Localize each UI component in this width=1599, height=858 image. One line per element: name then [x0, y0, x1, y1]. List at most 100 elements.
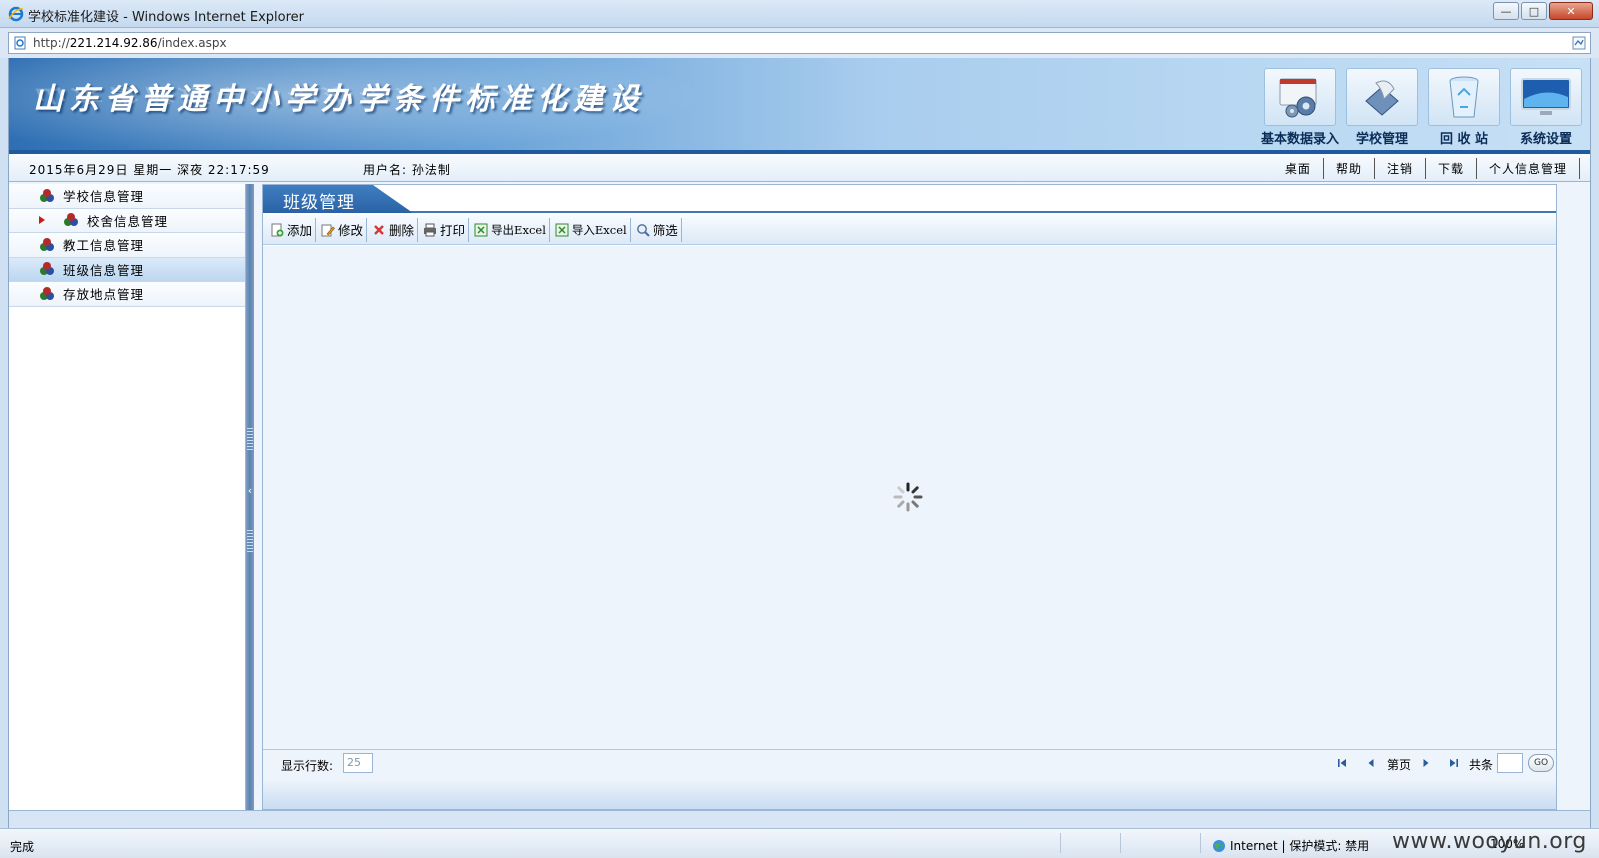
cluster-balls-icon [40, 286, 54, 300]
import-excel-label: 导入Excel [571, 222, 627, 237]
internet-explorer-icon [8, 6, 24, 22]
delete-label: 删除 [389, 223, 415, 238]
sidebar-item-building-info[interactable]: 校舍信息管理 [9, 208, 245, 233]
filter-button[interactable]: 筛选 [633, 217, 682, 242]
top-navigation: 基本数据录入 学校管理 回 收 站 系统设置 [1261, 68, 1584, 148]
sidebar-item-label: 存放地点管理 [63, 287, 145, 303]
sidebar: 学校信息管理 校舍信息管理 教工信息管理 班级信息管理 存放地点管理 [9, 184, 246, 810]
grid-content-area [263, 246, 1556, 749]
sidebar-item-label: 班级信息管理 [63, 262, 145, 278]
tab-strip: 班级管理 [263, 185, 1556, 213]
username-text: 用户名: 孙法制 [363, 163, 451, 177]
last-page-icon[interactable] [1448, 757, 1460, 769]
collapse-left-icon[interactable]: ‹ [246, 484, 254, 498]
filter-label: 筛选 [652, 223, 678, 238]
cluster-balls-icon [64, 213, 78, 227]
maximize-button[interactable]: □ [1521, 2, 1547, 20]
import-excel-button[interactable]: 导入Excel [552, 217, 631, 242]
next-page-icon[interactable] [1420, 757, 1432, 769]
export-excel-button[interactable]: 导出Excel [471, 217, 550, 242]
page-icon [14, 36, 26, 50]
previous-page-icon[interactable] [1365, 757, 1377, 769]
toolbar: 添加 修改 删除 打印 导出Excel 导入Excel 筛选 [263, 215, 1556, 245]
status-bar: 完成 Internet | 保护模式: 禁用 100% www.wooyun.o… [0, 828, 1599, 858]
nav-school-manage-label: 学校管理 [1355, 132, 1408, 147]
close-button[interactable]: ✕ [1549, 2, 1593, 20]
monitor-settings-icon [1521, 78, 1571, 115]
expand-arrow-icon[interactable] [39, 215, 45, 224]
total-label: 共条 [1469, 758, 1494, 772]
page-number-input[interactable] [1497, 753, 1523, 773]
sidebar-splitter[interactable]: ‹ [246, 184, 254, 810]
add-button[interactable]: 添加 [267, 217, 317, 242]
pager: 显示行数: 25 第页 共条 GO [263, 749, 1556, 779]
date-time-text: 2015年6月29日 星期一 深夜 22:17:59 [29, 163, 270, 177]
watermark-text: www.wooyun.org [1392, 829, 1587, 854]
url-field[interactable]: http://221.214.92.86/index.aspx [8, 32, 1591, 54]
sidebar-item-label: 教工信息管理 [63, 238, 145, 254]
info-bar: 2015年6月29日 星期一 深夜 22:17:59 用户名: 孙法制 桌面 帮… [9, 154, 1590, 182]
edit-label: 修改 [338, 223, 364, 238]
status-separator [1060, 833, 1061, 853]
tab-class-management[interactable]: 班级管理 [263, 185, 413, 213]
rows-per-page-label: 显示行数: [281, 759, 334, 773]
edit-button[interactable]: 修改 [318, 217, 368, 242]
splitter-grip [247, 428, 253, 450]
nav-data-entry[interactable]: 基本数据录入 [1261, 68, 1339, 148]
sidebar-item-staff-info[interactable]: 教工信息管理 [9, 233, 245, 258]
status-separator [1120, 833, 1121, 853]
security-zone-text: Internet | 保护模式: 禁用 [1230, 839, 1370, 853]
header-links: 桌面 帮助 注销 下载 个人信息管理 [1273, 158, 1580, 179]
cluster-balls-icon [40, 237, 54, 251]
add-label: 添加 [287, 223, 313, 238]
go-button[interactable]: GO [1528, 754, 1554, 772]
print-button[interactable]: 打印 [420, 217, 470, 242]
import-excel-icon [555, 223, 569, 236]
link-logout[interactable]: 注销 [1375, 158, 1426, 179]
export-excel-label: 导出Excel [491, 222, 546, 237]
print-label: 打印 [440, 223, 466, 238]
delete-icon [374, 224, 384, 235]
link-desktop[interactable]: 桌面 [1273, 158, 1324, 179]
url-text: http://221.214.92.86/index.aspx [33, 36, 227, 50]
link-personal-info[interactable]: 个人信息管理 [1477, 158, 1580, 179]
sidebar-item-storage-location[interactable]: 存放地点管理 [9, 282, 245, 307]
cluster-balls-icon [40, 262, 54, 276]
site-title-reflection: 山东省普通中小学办学条件标准化建设 [33, 84, 645, 106]
sidebar-item-school-info[interactable]: 学校信息管理 [9, 184, 245, 209]
nav-recycle-bin-label: 回 收 站 [1439, 132, 1489, 147]
link-help[interactable]: 帮助 [1324, 158, 1375, 179]
status-text: 完成 [10, 840, 35, 854]
window-title: 学校标准化建设 - Windows Internet Explorer [28, 10, 304, 25]
app-bottom-border [9, 810, 1590, 828]
edit-icon [321, 224, 335, 236]
application-frame: 山东省普通中小学办学条件标准化建设 山东省普通中小学办学条件标准化建设 基本数据… [8, 58, 1591, 828]
panel-footer [263, 779, 1556, 809]
site-banner: 山东省普通中小学办学条件标准化建设 山东省普通中小学办学条件标准化建设 基本数据… [9, 58, 1590, 154]
delete-button[interactable]: 删除 [369, 217, 419, 242]
filter-icon [636, 223, 650, 237]
nav-school-manage[interactable]: 学校管理 [1344, 68, 1420, 148]
link-download[interactable]: 下载 [1426, 158, 1477, 179]
cluster-balls-icon [40, 188, 54, 202]
nav-recycle-bin[interactable]: 回 收 站 [1426, 68, 1502, 148]
minimize-button[interactable]: — [1493, 2, 1519, 20]
security-zone[interactable]: Internet | 保护模式: 禁用 [1212, 837, 1369, 854]
splitter-grip [247, 530, 253, 552]
status-separator [1200, 833, 1201, 853]
sidebar-item-label: 学校信息管理 [63, 189, 145, 205]
rows-per-page-input[interactable]: 25 [343, 753, 373, 773]
print-icon [424, 223, 437, 236]
export-excel-icon [474, 223, 488, 236]
first-page-icon[interactable] [1336, 757, 1348, 769]
recycle-bin-icon [1449, 76, 1479, 118]
nav-system-settings-label: 系统设置 [1519, 132, 1572, 147]
sidebar-item-class-info[interactable]: 班级信息管理 [9, 257, 245, 282]
sidebar-item-label: 校舍信息管理 [87, 213, 169, 229]
data-entry-icon [1279, 78, 1317, 118]
add-icon [271, 223, 284, 236]
compatibility-view-icon[interactable] [1570, 34, 1588, 52]
globe-icon [1213, 839, 1225, 852]
nav-system-settings[interactable]: 系统设置 [1508, 68, 1584, 148]
school-manage-icon [1365, 80, 1399, 116]
